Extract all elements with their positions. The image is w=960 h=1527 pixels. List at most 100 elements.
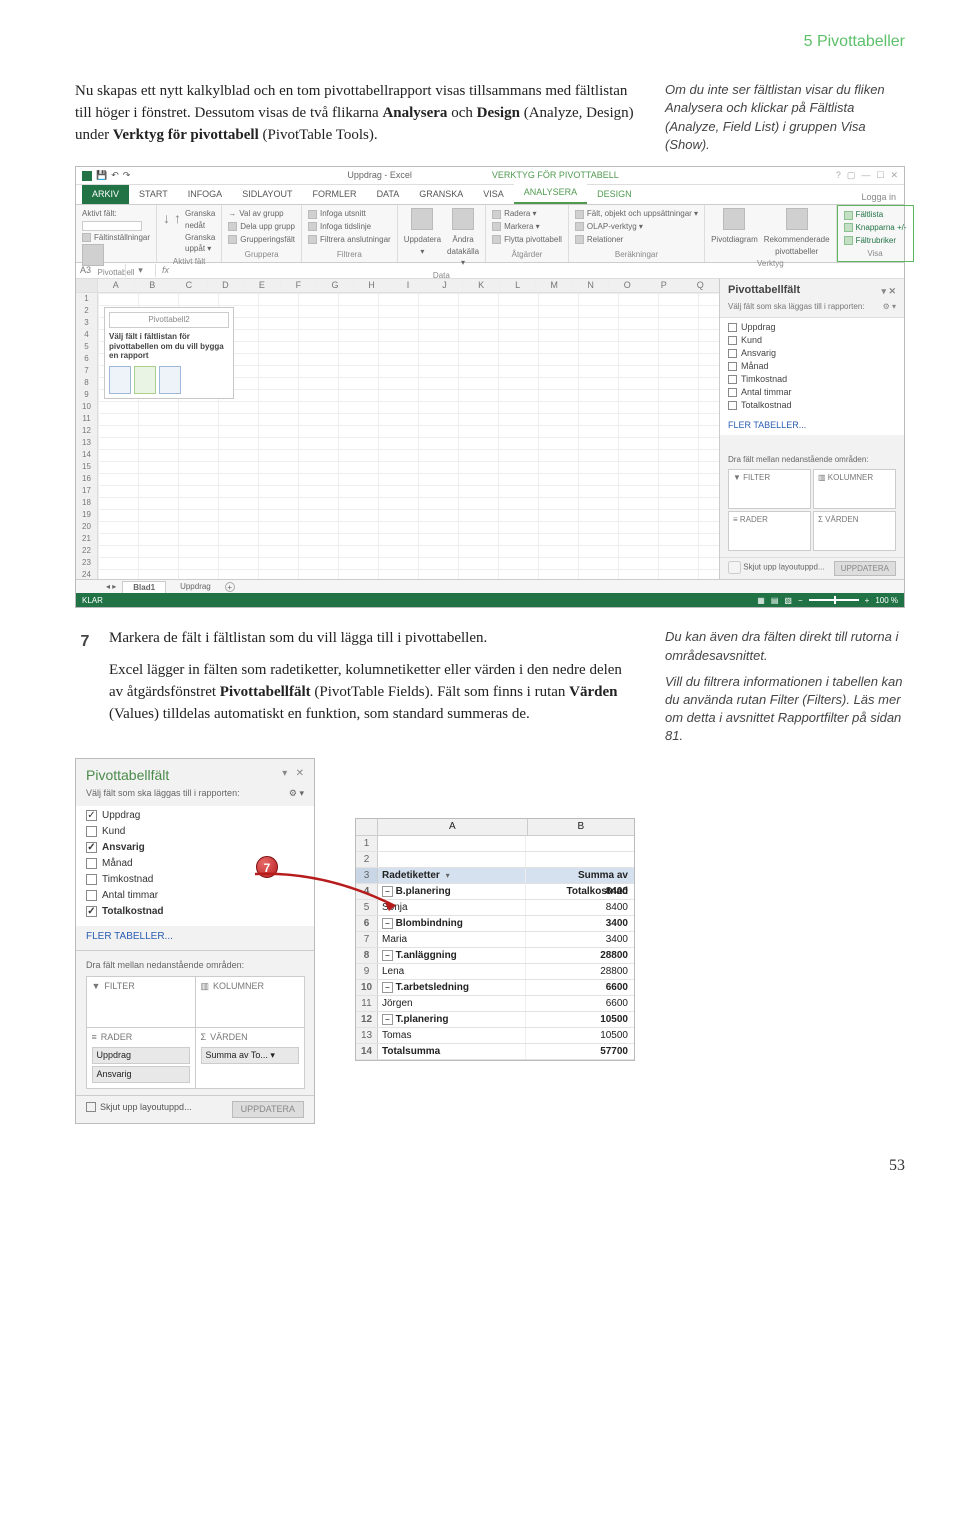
pane-menu-icon[interactable]: ▾ ✕ bbox=[881, 285, 896, 298]
table-row[interactable]: 9 Lena28800 bbox=[356, 964, 634, 980]
row-header[interactable]: 18 bbox=[76, 497, 97, 509]
recommended-icon[interactable] bbox=[786, 208, 808, 230]
row-header[interactable]: 15 bbox=[76, 461, 97, 473]
row-header[interactable]: 19 bbox=[76, 509, 97, 521]
row-header[interactable]: 3 bbox=[76, 317, 97, 329]
col-header[interactable]: A bbox=[98, 279, 135, 292]
row-header[interactable]: 4 bbox=[76, 329, 97, 341]
tab-design[interactable]: DESIGN bbox=[587, 185, 642, 204]
zoom-out-icon[interactable]: − bbox=[798, 595, 803, 607]
pivotchart-btn[interactable]: Pivotdiagram bbox=[711, 234, 758, 246]
row-header[interactable]: 5 bbox=[76, 341, 97, 353]
col-header[interactable]: K bbox=[463, 279, 500, 292]
row-header[interactable]: 23 bbox=[76, 557, 97, 569]
figpane-gear-icon[interactable]: ⚙ ▾ bbox=[289, 787, 304, 800]
pivot-icon[interactable] bbox=[82, 244, 104, 266]
col-header[interactable]: J bbox=[427, 279, 464, 292]
figpane-area-rows[interactable]: ≡ RADER Uppdrag Ansvarig bbox=[86, 1027, 196, 1089]
worksheet-grid[interactable]: ABCDEFGHIJKLMNOPQ 1234567891011121314151… bbox=[76, 279, 719, 579]
col-header[interactable]: O bbox=[609, 279, 646, 292]
change-source-icon[interactable] bbox=[452, 208, 474, 230]
row-header[interactable]: 1 bbox=[76, 293, 97, 305]
move-pivot-btn[interactable]: Flytta pivottabell bbox=[504, 234, 562, 246]
zoom-value[interactable]: 100 % bbox=[875, 595, 898, 607]
fields-items-btn[interactable]: Fält, objekt och uppsättningar ▾ bbox=[587, 208, 698, 220]
figpane-area-filter[interactable]: ▼ FILTER bbox=[86, 976, 196, 1028]
row-header[interactable]: 8 bbox=[76, 377, 97, 389]
login-link[interactable]: Logga in bbox=[861, 191, 904, 204]
field-item[interactable]: Ansvarig bbox=[86, 840, 304, 856]
row-header[interactable]: 6 bbox=[76, 353, 97, 365]
row-header[interactable]: 10 bbox=[76, 401, 97, 413]
table-row[interactable]: 6−Blombindning3400 bbox=[356, 916, 634, 932]
change-source-btn[interactable]: Ändra datakälla ▾ bbox=[447, 234, 479, 269]
table-row[interactable]: 12−T.planering10500 bbox=[356, 1012, 634, 1028]
tab-infoga[interactable]: INFOGA bbox=[178, 185, 233, 204]
table-row[interactable]: 14Totalsumma57700 bbox=[356, 1044, 634, 1060]
row-item-ansvarig[interactable]: Ansvarig bbox=[92, 1066, 190, 1083]
view-break-icon[interactable]: ▧ bbox=[784, 595, 792, 607]
row-header[interactable]: 7 bbox=[76, 365, 97, 377]
table-row[interactable]: 7 Maria3400 bbox=[356, 932, 634, 948]
field-item[interactable]: Kund bbox=[728, 334, 896, 347]
defer-checkbox-2[interactable] bbox=[86, 1102, 96, 1112]
col-header[interactable]: H bbox=[354, 279, 391, 292]
defer-layout-checkbox[interactable]: Skjut upp layoutuppd... bbox=[743, 562, 824, 571]
table-row[interactable]: 4−B.planering8400 bbox=[356, 884, 634, 900]
col-header[interactable]: Q bbox=[683, 279, 720, 292]
tab-arkiv[interactable]: ARKIV bbox=[82, 185, 129, 204]
tab-granska[interactable]: GRANSKA bbox=[409, 185, 473, 204]
drill-up-icon[interactable]: ↑ bbox=[174, 208, 181, 254]
row-header[interactable]: 21 bbox=[76, 533, 97, 545]
col-header[interactable]: B bbox=[135, 279, 172, 292]
row-header[interactable]: 14 bbox=[76, 449, 97, 461]
view-normal-icon[interactable]: ▦ bbox=[757, 595, 765, 607]
tab-data[interactable]: DATA bbox=[367, 185, 410, 204]
insert-slicer-btn[interactable]: Infoga utsnitt bbox=[320, 208, 366, 220]
headers-btn[interactable]: Fältrubriker bbox=[856, 235, 896, 247]
select-btn[interactable]: Markera ▾ bbox=[504, 221, 540, 233]
sheet-tab-blad1[interactable]: Blad1 bbox=[122, 581, 166, 594]
field-item[interactable]: Antal timmar bbox=[86, 888, 304, 904]
row-header[interactable]: 20 bbox=[76, 521, 97, 533]
insert-timeline-btn[interactable]: Infoga tidslinje bbox=[320, 221, 371, 233]
row-item-uppdrag[interactable]: Uppdrag bbox=[92, 1047, 190, 1064]
tab-visa[interactable]: VISA bbox=[473, 185, 514, 204]
buttons-btn[interactable]: Knapparna +/- bbox=[856, 222, 907, 234]
col-header[interactable]: G bbox=[317, 279, 354, 292]
col-header[interactable]: C bbox=[171, 279, 208, 292]
row-header[interactable]: 17 bbox=[76, 485, 97, 497]
relations-btn[interactable]: Relationer bbox=[587, 234, 623, 246]
zoom-in-icon[interactable]: + bbox=[865, 595, 870, 607]
group-field-btn[interactable]: Grupperingsfält bbox=[240, 234, 295, 246]
pivotchart-icon[interactable] bbox=[723, 208, 745, 230]
more-tables-link[interactable]: FLER TABELLER... bbox=[728, 419, 896, 432]
field-item[interactable]: Uppdrag bbox=[728, 321, 896, 334]
row-header[interactable]: 9 bbox=[76, 389, 97, 401]
update-button-2[interactable]: UPPDATERA bbox=[232, 1101, 304, 1118]
field-item[interactable]: Månad bbox=[728, 360, 896, 373]
tab-formler[interactable]: FORMLER bbox=[303, 185, 367, 204]
field-item[interactable]: Uppdrag bbox=[86, 808, 304, 824]
area-columns[interactable]: ▥ KOLUMNER bbox=[813, 469, 896, 509]
figpane-area-columns[interactable]: ▥ KOLUMNER bbox=[195, 976, 305, 1028]
table-row[interactable]: 13 Tomas10500 bbox=[356, 1028, 634, 1044]
row-header[interactable]: 24 bbox=[76, 569, 97, 579]
fx-icon[interactable]: fx bbox=[156, 264, 175, 277]
group-selection-btn[interactable]: Val av grupp bbox=[239, 208, 283, 220]
sheet-tab-uppdrag[interactable]: Uppdrag bbox=[172, 581, 219, 593]
olap-tools-btn[interactable]: OLAP-verktyg ▾ bbox=[587, 221, 643, 233]
value-item-summa[interactable]: Summa av To... ▾ bbox=[201, 1047, 299, 1064]
col-header[interactable]: N bbox=[573, 279, 610, 292]
gear-icon[interactable]: ⚙ ▾ bbox=[883, 301, 896, 313]
col-header[interactable]: E bbox=[244, 279, 281, 292]
field-item[interactable]: Kund bbox=[86, 824, 304, 840]
figpane-controls[interactable]: ▾ ✕ bbox=[282, 767, 304, 782]
view-layout-icon[interactable]: ▤ bbox=[771, 595, 779, 607]
update-button[interactable]: UPPDATERA bbox=[834, 561, 896, 577]
col-header-b[interactable]: B bbox=[528, 819, 634, 835]
col-header[interactable]: F bbox=[281, 279, 318, 292]
table-row[interactable]: 10−T.arbetsledning6600 bbox=[356, 980, 634, 996]
tab-analysera[interactable]: ANALYSERA bbox=[514, 183, 587, 204]
row-header[interactable]: 16 bbox=[76, 473, 97, 485]
